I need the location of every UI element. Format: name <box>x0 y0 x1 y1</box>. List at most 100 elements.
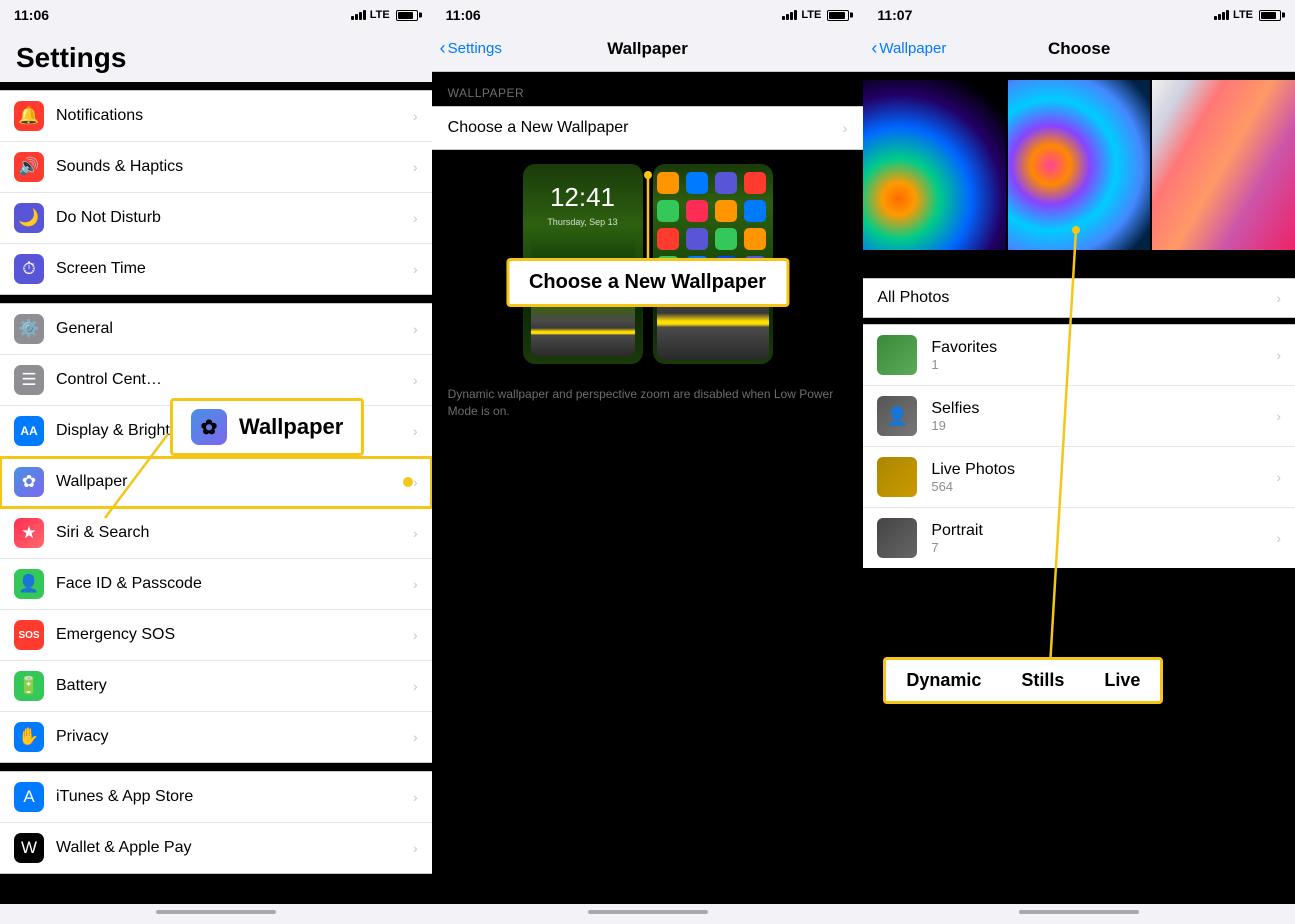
emergencysos-icon: SOS <box>14 620 44 650</box>
category-selfies[interactable]: 👤 Selfies 19 › <box>863 386 1295 447</box>
notifications-chevron: › <box>413 108 418 124</box>
settings-item-screentime[interactable]: ⏱ Screen Time › <box>0 244 432 294</box>
selfies-name: Selfies <box>931 400 1276 418</box>
back-label-2: Settings <box>448 40 502 57</box>
settings-item-sounds[interactable]: 🔊 Sounds & Haptics › <box>0 142 432 193</box>
settings-item-general[interactable]: ⚙️ General › <box>0 304 432 355</box>
settings-item-wallpaper[interactable]: ✿ Wallpaper › <box>0 457 432 508</box>
wallpaper-nav: ‹ Settings Wallpaper <box>432 28 864 72</box>
battery-label: Battery <box>56 677 413 695</box>
wallpaper-note: Dynamic wallpaper and perspective zoom a… <box>432 378 864 424</box>
wallpaper-icon: ✿ <box>14 467 44 497</box>
livephotos-name: Live Photos <box>931 461 1276 479</box>
donotdisturb-label: Do Not Disturb <box>56 209 413 227</box>
faceid-chevron: › <box>413 576 418 592</box>
settings-item-wallet[interactable]: W Wallet & Apple Pay › <box>0 823 432 873</box>
battery-icon-3 <box>1259 10 1281 21</box>
portrait-info: Portrait 7 <box>931 522 1276 555</box>
faceid-icon: 👤 <box>14 569 44 599</box>
portrait-thumb <box>877 518 917 558</box>
livephotos-chevron: › <box>1276 469 1281 485</box>
choose-nav-title: Choose <box>1048 39 1110 59</box>
home-indicator-1 <box>0 904 432 924</box>
emergencysos-chevron: › <box>413 627 418 643</box>
settings-header: Settings <box>0 28 432 82</box>
dynamic-thumb <box>863 80 1006 250</box>
category-portrait[interactable]: Portrait 7 › <box>863 508 1295 568</box>
settings-scroll[interactable]: 🔔 Notifications › 🔊 Sounds & Haptics › 🌙… <box>0 82 432 904</box>
time-display-2: 11:06 <box>446 7 481 23</box>
home-indicator-2 <box>432 904 864 924</box>
home-bar-3 <box>1019 910 1139 914</box>
settings-item-battery[interactable]: 🔋 Battery › <box>0 661 432 712</box>
signal-bars-3 <box>1214 10 1229 20</box>
home-bar-1 <box>156 910 276 914</box>
callout-live-label: Live <box>1104 670 1140 691</box>
choose-wallpaper-text: Choose a New Wallpaper <box>448 119 629 137</box>
donotdisturb-icon: 🌙 <box>14 203 44 233</box>
settings-item-faceid[interactable]: 👤 Face ID & Passcode › <box>0 559 432 610</box>
itunes-chevron: › <box>413 789 418 805</box>
category-stills[interactable]: Stills <box>1008 80 1151 272</box>
favorites-chevron: › <box>1276 347 1281 363</box>
callout-wallpaper-label: Wallpaper <box>239 414 343 440</box>
favorites-info: Favorites 1 <box>931 339 1276 372</box>
controlcenter-label: Control Cent… <box>56 371 413 389</box>
stills-label: Stills <box>1067 250 1092 272</box>
privacy-chevron: › <box>413 729 418 745</box>
general-chevron: › <box>413 321 418 337</box>
choose-back-label: Wallpaper <box>879 40 946 57</box>
battery-chevron: › <box>413 678 418 694</box>
notifications-label: Notifications <box>56 107 413 125</box>
live-label: Live <box>1213 250 1235 272</box>
all-photos-chevron: › <box>1276 290 1281 306</box>
wallet-label: Wallet & Apple Pay <box>56 839 413 857</box>
callout-stills-label: Stills <box>1021 670 1064 691</box>
choose-wallpaper-chevron: › <box>843 120 848 136</box>
category-live[interactable]: Live <box>1152 80 1295 272</box>
screentime-chevron: › <box>413 261 418 277</box>
itunes-label: iTunes & App Store <box>56 788 413 806</box>
choose-back-arrow-icon: ‹ <box>871 39 877 57</box>
category-livephotos[interactable]: Live Photos 564 › <box>863 447 1295 508</box>
faceid-label: Face ID & Passcode <box>56 575 413 593</box>
category-favorites[interactable]: Favorites 1 › <box>863 325 1295 386</box>
status-icons-3: LTE <box>1214 9 1281 21</box>
emergencysos-label: Emergency SOS <box>56 626 413 644</box>
wallpaper-section-header: WALLPAPER <box>432 72 864 106</box>
callout-wallpaper-icon: ✿ <box>191 409 227 445</box>
settings-item-donotdisturb[interactable]: 🌙 Do Not Disturb › <box>0 193 432 244</box>
battery-icon-2 <box>827 10 849 21</box>
status-bar-1: 11:06 LTE <box>0 0 432 28</box>
all-photos-label: All Photos <box>877 289 949 307</box>
choose-wallpaper-row[interactable]: Choose a New Wallpaper › <box>432 106 864 150</box>
choose-scroll[interactable]: Dynamic Stills Live All Photos › <box>863 72 1295 904</box>
category-callout-box: Dynamic Stills Live <box>883 657 1163 704</box>
wallpaper-back-button[interactable]: ‹ Settings <box>440 40 502 57</box>
selfies-info: Selfies 19 <box>931 400 1276 433</box>
notifications-icon: 🔔 <box>14 101 44 131</box>
settings-item-emergencysos[interactable]: SOS Emergency SOS › <box>0 610 432 661</box>
selfies-count: 19 <box>931 418 1276 433</box>
all-photos-row[interactable]: All Photos › <box>863 278 1295 318</box>
settings-item-privacy[interactable]: ✋ Privacy › <box>0 712 432 762</box>
screentime-icon: ⏱ <box>14 254 44 284</box>
choose-callout-label: Choose a New Wallpaper <box>529 271 766 293</box>
signal-bars-1 <box>351 10 366 20</box>
settings-item-siri[interactable]: ★ Siri & Search › <box>0 508 432 559</box>
battery-settings-icon: 🔋 <box>14 671 44 701</box>
choose-back-button[interactable]: ‹ Wallpaper <box>871 40 946 57</box>
settings-item-itunes[interactable]: A iTunes & App Store › <box>0 772 432 823</box>
wallpaper-scroll[interactable]: WALLPAPER Choose a New Wallpaper › 12:41… <box>432 72 864 904</box>
lock-time: 12:41 <box>531 182 635 213</box>
livephotos-count: 564 <box>931 479 1276 494</box>
favorites-thumb <box>877 335 917 375</box>
portrait-chevron: › <box>1276 530 1281 546</box>
settings-item-notifications[interactable]: 🔔 Notifications › <box>0 91 432 142</box>
wallpaper-callout: ✿ Wallpaper <box>170 398 364 456</box>
privacy-label: Privacy <box>56 728 413 746</box>
home-icons-top <box>657 172 769 194</box>
screentime-label: Screen Time <box>56 260 413 278</box>
category-dynamic[interactable]: Dynamic <box>863 80 1006 272</box>
lte-label-2: LTE <box>801 9 821 21</box>
